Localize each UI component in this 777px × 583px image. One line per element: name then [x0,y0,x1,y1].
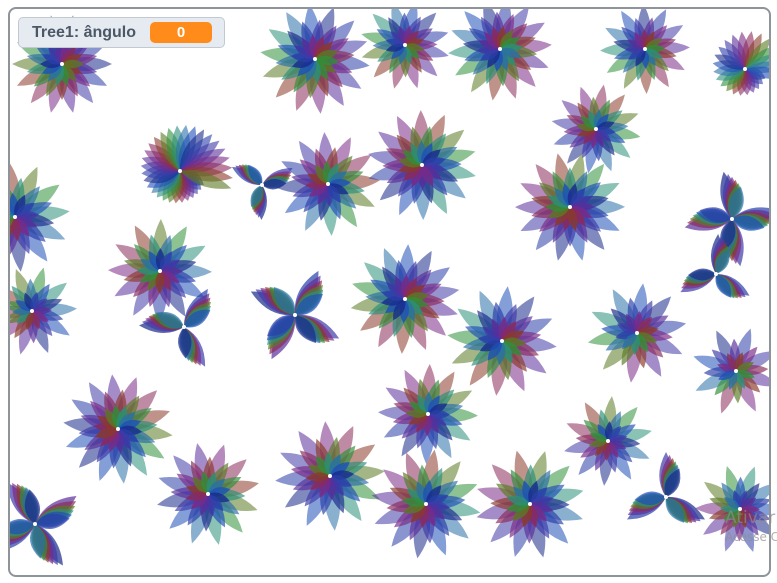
flower-sprite [448,9,552,101]
flower-sprite [600,9,690,94]
flower-sprite [350,244,460,354]
flower-sprite [447,286,557,396]
flower-sprite [10,482,77,566]
variable-monitor[interactable]: Tree1: ângulo 0 [18,17,226,48]
flower-sprite [551,84,641,174]
flower-sprite [693,328,769,414]
stage[interactable] [8,7,771,577]
flower-sprite [276,132,380,236]
flower-sprite [587,283,687,383]
flower-sprite [515,153,625,261]
watermark-line2: Acesse Configurações [725,530,777,544]
flower-sprite [361,9,449,89]
flower-sprite [378,364,478,464]
flower-sprite [260,9,370,114]
flower-sprite [371,449,481,559]
watermark-line1: Ativar o Windows [725,508,777,528]
windows-activation-watermark: Ativar o Windows Acesse Configurações [725,508,777,544]
stage-canvas [10,9,769,566]
flower-sprite [10,267,77,355]
monitor-value: 0 [150,22,213,43]
flower-sprite [10,163,70,272]
flower-sprite [63,374,173,484]
flower-sprite [476,450,584,558]
flower-sprite [627,452,705,524]
flower-sprite [157,443,259,545]
flower-sprite [275,421,385,531]
flower-sprite [712,31,769,96]
flower-sprite [140,124,233,204]
monitor-label: Tree1: ângulo [32,23,137,41]
flower-sprite [250,270,340,360]
flower-sprite [564,396,652,486]
flower-sprite [231,164,293,220]
flower-sprite [368,110,476,220]
